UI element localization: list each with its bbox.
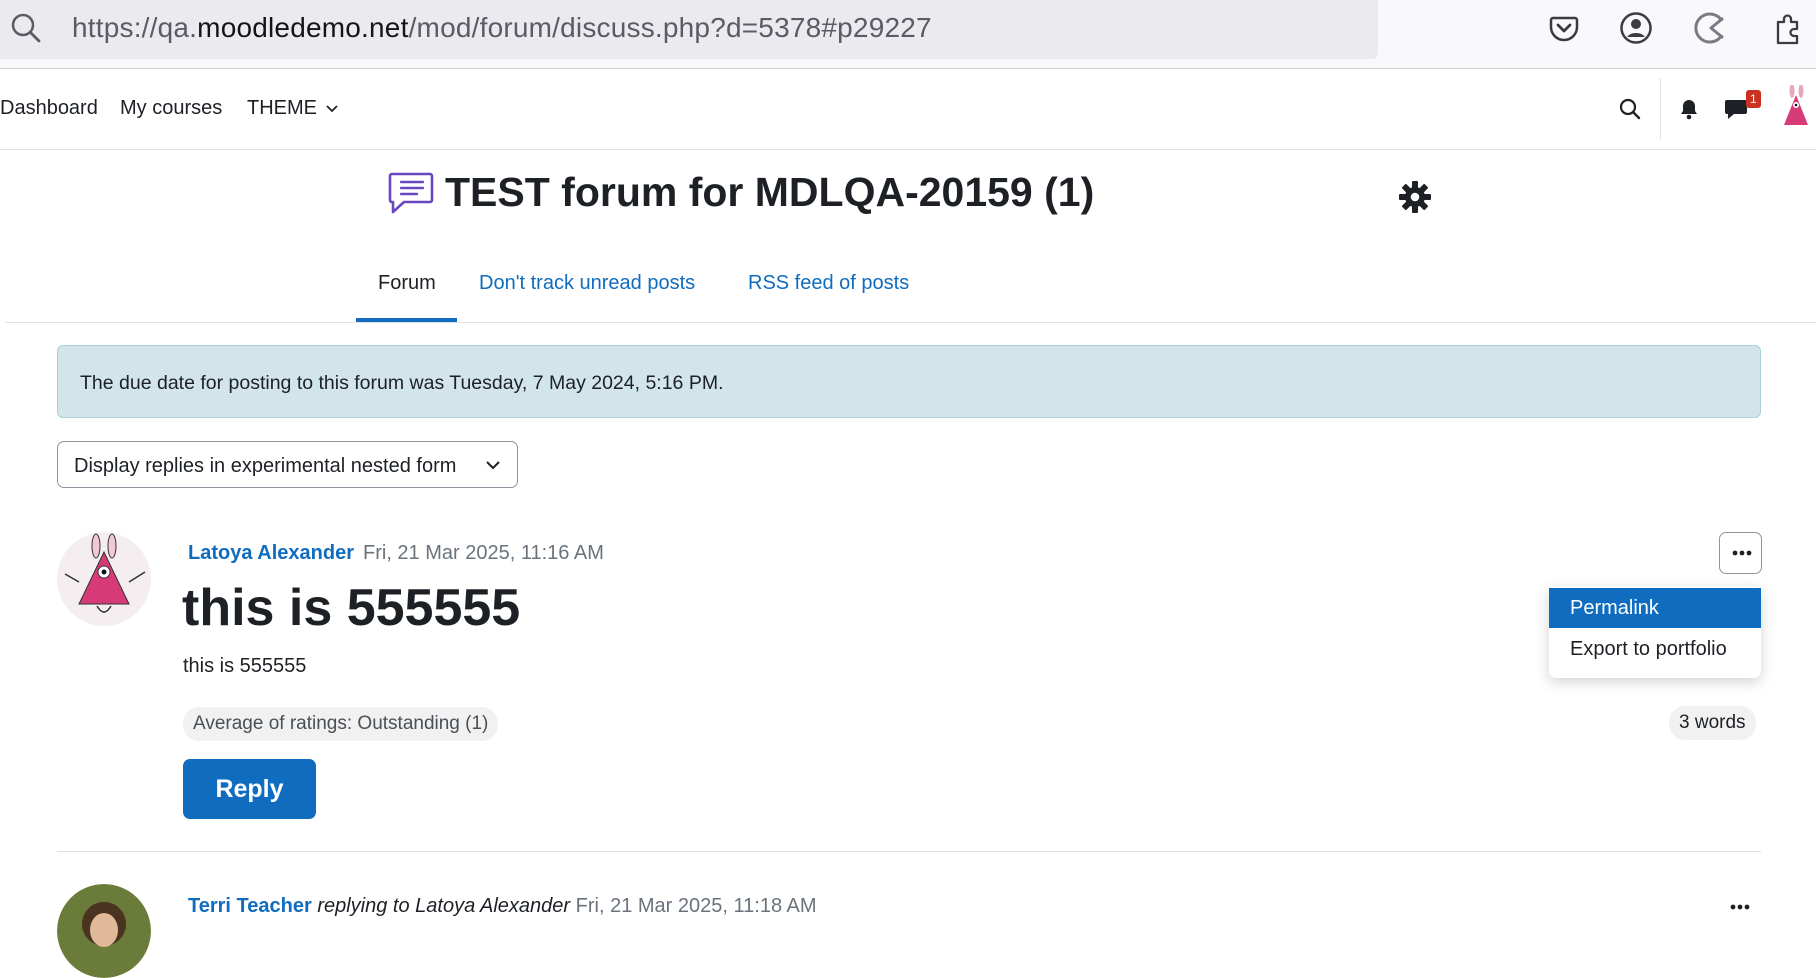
more-icon[interactable] xyxy=(1730,904,1750,910)
url-domain: moodledemo.net xyxy=(197,12,409,43)
forum-icon xyxy=(388,171,434,215)
menu-item-permalink[interactable]: Permalink xyxy=(1549,588,1761,628)
bell-icon[interactable] xyxy=(1679,98,1699,120)
ratings-summary: Average of ratings: Outstanding (1) xyxy=(183,707,499,741)
url-text[interactable]: https://qa.moodledemo.net/mod/forum/disc… xyxy=(72,12,932,44)
pocket-icon[interactable] xyxy=(1548,12,1580,44)
post-date: Fri, 21 Mar 2025, 11:16 AM xyxy=(363,542,604,564)
nav-divider xyxy=(1660,78,1661,140)
account-icon[interactable] xyxy=(1619,11,1653,45)
search-icon[interactable] xyxy=(1619,98,1641,120)
nav-theme-label: THEME xyxy=(247,97,317,119)
nav-dashboard[interactable]: Dashboard xyxy=(0,97,98,120)
user-avatar[interactable] xyxy=(1776,85,1816,131)
post-actions-button[interactable] xyxy=(1719,532,1762,574)
post-body: this is 555555 xyxy=(183,655,307,677)
reply-to-text: replying to Latoya Alexander xyxy=(317,895,571,917)
post-actions-menu: Permalink Export to portfolio xyxy=(1549,586,1761,678)
menu-item-export-portfolio[interactable]: Export to portfolio xyxy=(1549,629,1761,669)
messages-badge: 1 xyxy=(1746,90,1761,108)
url-bar[interactable]: https://qa.moodledemo.net/mod/forum/disc… xyxy=(0,0,1378,59)
url-path: /mod/forum/discuss.php?d=5378#p29227 xyxy=(408,12,932,43)
tab-rss-feed[interactable]: RSS feed of posts xyxy=(748,272,909,295)
reply-button[interactable]: Reply xyxy=(183,759,316,819)
alert-text: The due date for posting to this forum w… xyxy=(80,372,724,394)
display-mode-value: Display replies in experimental nested f… xyxy=(74,455,457,477)
search-icon xyxy=(10,12,42,44)
chevron-down-icon xyxy=(485,459,501,471)
post-author-avatar[interactable] xyxy=(57,532,151,626)
page-title: TEST forum for MDLQA-20159 (1) xyxy=(445,169,1095,215)
reply-date: Fri, 21 Mar 2025, 11:18 AM xyxy=(575,895,817,917)
tab-forum[interactable]: Forum xyxy=(378,272,436,295)
display-mode-select[interactable]: Display replies in experimental nested f… xyxy=(57,441,518,488)
nav-my-courses[interactable]: My courses xyxy=(120,97,222,120)
loading-icon xyxy=(1693,11,1727,45)
chevron-down-icon xyxy=(325,104,339,114)
word-count: 3 words xyxy=(1669,706,1756,740)
tab-dont-track-unread[interactable]: Don't track unread posts xyxy=(479,272,695,295)
reply-author-name[interactable]: Terri Teacher xyxy=(188,895,312,917)
reply-post-header: Terri Teacher replying to Latoya Alexand… xyxy=(188,895,817,918)
post-divider xyxy=(57,851,1761,852)
post-author-name[interactable]: Latoya Alexander xyxy=(188,542,354,565)
more-icon xyxy=(1732,550,1752,556)
nav-theme[interactable]: THEME xyxy=(247,97,339,120)
reply-author-avatar[interactable] xyxy=(57,884,151,978)
extensions-icon[interactable] xyxy=(1772,10,1806,46)
gear-icon[interactable] xyxy=(1398,180,1432,214)
due-date-alert: The due date for posting to this forum w… xyxy=(57,345,1761,418)
messages-icon[interactable] xyxy=(1724,98,1748,120)
url-prefix: https://qa. xyxy=(72,12,198,43)
tab-border xyxy=(5,322,1816,323)
post-subject: this is 555555 xyxy=(182,579,521,637)
